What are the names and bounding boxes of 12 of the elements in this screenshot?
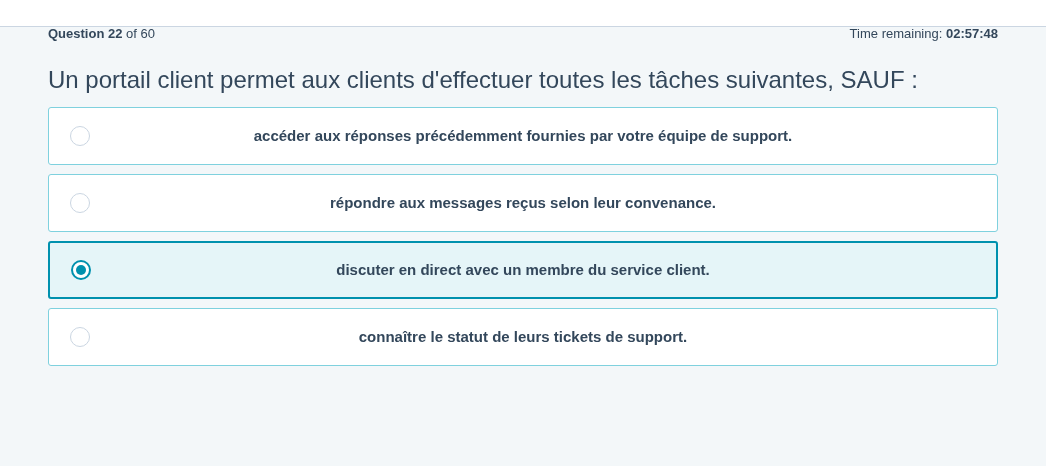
time-remaining: Time remaining: 02:57:48 <box>849 26 998 40</box>
answer-option[interactable]: connaître le statut de leurs tickets de support. <box>48 308 998 366</box>
question-counter: Question 22 of 60 <box>48 26 155 40</box>
option-text: répondre aux messages reçus selon leur convenance. <box>330 192 716 213</box>
answer-option[interactable]: discuter en direct avec un membre du service client. <box>48 241 998 299</box>
option-text: connaître le statut de leurs tickets de support. <box>358 326 688 347</box>
answer-option[interactable]: accéder aux réponses précédemment fournies par votre équipe de support. <box>48 107 998 165</box>
option-text: accéder aux réponses précédemment fournies par votre équipe de support. <box>253 125 793 146</box>
radio-button[interactable] <box>71 260 91 280</box>
answer-option[interactable]: répondre aux messages reçus selon leur convenance. <box>48 174 998 232</box>
option-text: discuter en direct avec un membre du service client. <box>336 259 710 280</box>
question-text: Un portail client permet aux clients d'effectuer toutes les tâches suivantes, SAUF : <box>48 65 919 95</box>
